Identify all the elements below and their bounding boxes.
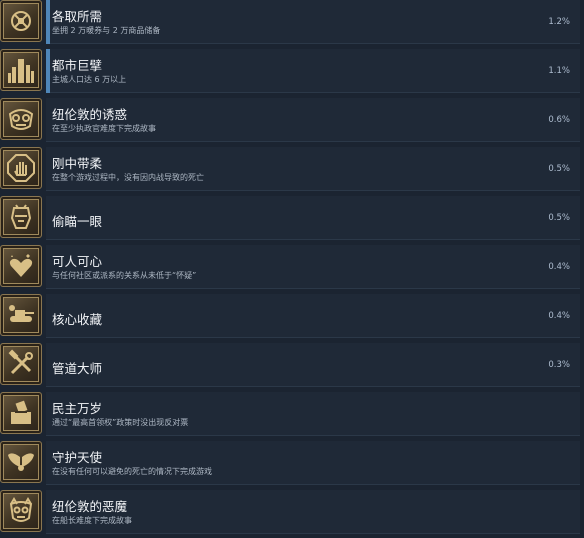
achievement-panel: 民主万岁 通过“最高首领权”政策时没出现反对票 <box>46 392 580 436</box>
achievement-title: 守护天使 <box>52 450 103 465</box>
achievement-description: 在至少执政官难度下完成故事 <box>52 124 156 133</box>
hearts-icon <box>0 245 42 287</box>
ballot-box-icon <box>0 392 42 434</box>
achievement-description: 主城人口达 6 万以上 <box>52 75 127 84</box>
achievement-title: 管道大师 <box>52 361 103 376</box>
achievement-row[interactable]: 核心收藏 0.4% <box>0 294 584 340</box>
achievement-panel: 都市巨擘 主城人口达 6 万以上 1.1% <box>46 49 580 93</box>
achievement-title: 都市巨擘 <box>52 58 103 73</box>
achievement-panel: 核心收藏 0.4% <box>46 294 580 338</box>
demon-mask-icon <box>0 490 42 532</box>
achievement-percent: 0.5% <box>548 213 570 223</box>
achievement-percent: 0.4% <box>548 311 570 321</box>
achievement-percent: 1.1% <box>548 66 570 76</box>
achievement-panel: 管道大师 0.3% <box>46 343 580 387</box>
achievement-title: 可人可心 <box>52 254 103 269</box>
achievement-panel: 纽伦敦的恶魔 在船长难度下完成故事 <box>46 490 580 534</box>
achievement-percent: 1.2% <box>548 17 570 27</box>
achievement-percent: 0.4% <box>548 262 570 272</box>
achievement-row[interactable]: 各取所需 坐拥 2 万暖券与 2 万商品储备 1.2% <box>0 0 584 46</box>
achievement-title: 民主万岁 <box>52 401 103 416</box>
skyscraper-icon <box>0 49 42 91</box>
achievement-row[interactable]: 可人可心 与任何社区或派系的关系从未低于“怀疑” 0.4% <box>0 245 584 291</box>
achievement-description: 在船长难度下完成故事 <box>52 516 132 525</box>
achievement-title: 刚中带柔 <box>52 156 103 171</box>
achievement-percent: 0.5% <box>548 164 570 174</box>
achievement-description: 在整个游戏过程中，没有因内战导致的死亡 <box>52 173 204 182</box>
wings-icon <box>0 441 42 483</box>
achievement-percent: 0.3% <box>548 360 570 370</box>
achievement-row[interactable]: 守护天使 在没有任何可以避免的死亡的情况下完成游戏 <box>0 441 584 487</box>
achievement-row[interactable]: 刚中带柔 在整个游戏过程中，没有因内战导致的死亡 0.5% <box>0 147 584 193</box>
achievement-panel: 守护天使 在没有任何可以避免的死亡的情况下完成游戏 <box>46 441 580 485</box>
mask-icon <box>0 98 42 140</box>
achievement-percent: 0.6% <box>548 115 570 125</box>
achievement-panel: 刚中带柔 在整个游戏过程中，没有因内战导致的死亡 0.5% <box>46 147 580 191</box>
progress-bar <box>46 0 50 44</box>
progress-bar <box>46 49 50 93</box>
achievement-row[interactable]: 管道大师 0.3% <box>0 343 584 389</box>
achievement-panel: 纽伦敦的诱惑 在至少执政官难度下完成故事 0.6% <box>46 98 580 142</box>
achievement-row[interactable]: 民主万岁 通过“最高首领权”政策时没出现反对票 <box>0 392 584 438</box>
achievement-row[interactable]: 纽伦敦的诱惑 在至少执政官难度下完成故事 0.6% <box>0 98 584 144</box>
achievement-row[interactable]: 都市巨擘 主城人口达 6 万以上 1.1% <box>0 49 584 95</box>
achievement-description: 与任何社区或派系的关系从未低于“怀疑” <box>52 271 197 280</box>
tank-icon <box>0 294 42 336</box>
wrench-hammer-icon <box>0 343 42 385</box>
achievement-title: 核心收藏 <box>52 312 103 327</box>
achievement-panel: 可人可心 与任何社区或派系的关系从未低于“怀疑” 0.4% <box>46 245 580 289</box>
achievement-title: 纽伦敦的恶魔 <box>52 499 128 514</box>
achievement-description: 通过“最高首领权”政策时没出现反对票 <box>52 418 189 427</box>
achievement-title: 各取所需 <box>52 9 103 24</box>
achievement-list: 各取所需 坐拥 2 万暖券与 2 万商品储备 1.2% 都市巨擘 主城人口达 6… <box>0 0 584 538</box>
achievement-description: 在没有任何可以避免的死亡的情况下完成游戏 <box>52 467 212 476</box>
achievement-panel: 偷瞄一眼 0.5% <box>46 196 580 240</box>
achievement-title: 纽伦敦的诱惑 <box>52 107 128 122</box>
helmet-icon <box>0 196 42 238</box>
achievement-row[interactable]: 偷瞄一眼 0.5% <box>0 196 584 242</box>
achievement-row[interactable]: 纽伦敦的恶魔 在船长难度下完成故事 <box>0 490 584 536</box>
hand-octagon-icon <box>0 147 42 189</box>
shackle-icon <box>0 0 42 42</box>
achievement-title: 偷瞄一眼 <box>52 214 103 229</box>
achievement-panel: 各取所需 坐拥 2 万暖券与 2 万商品储备 1.2% <box>46 0 580 44</box>
achievement-description: 坐拥 2 万暖券与 2 万商品储备 <box>52 26 161 35</box>
